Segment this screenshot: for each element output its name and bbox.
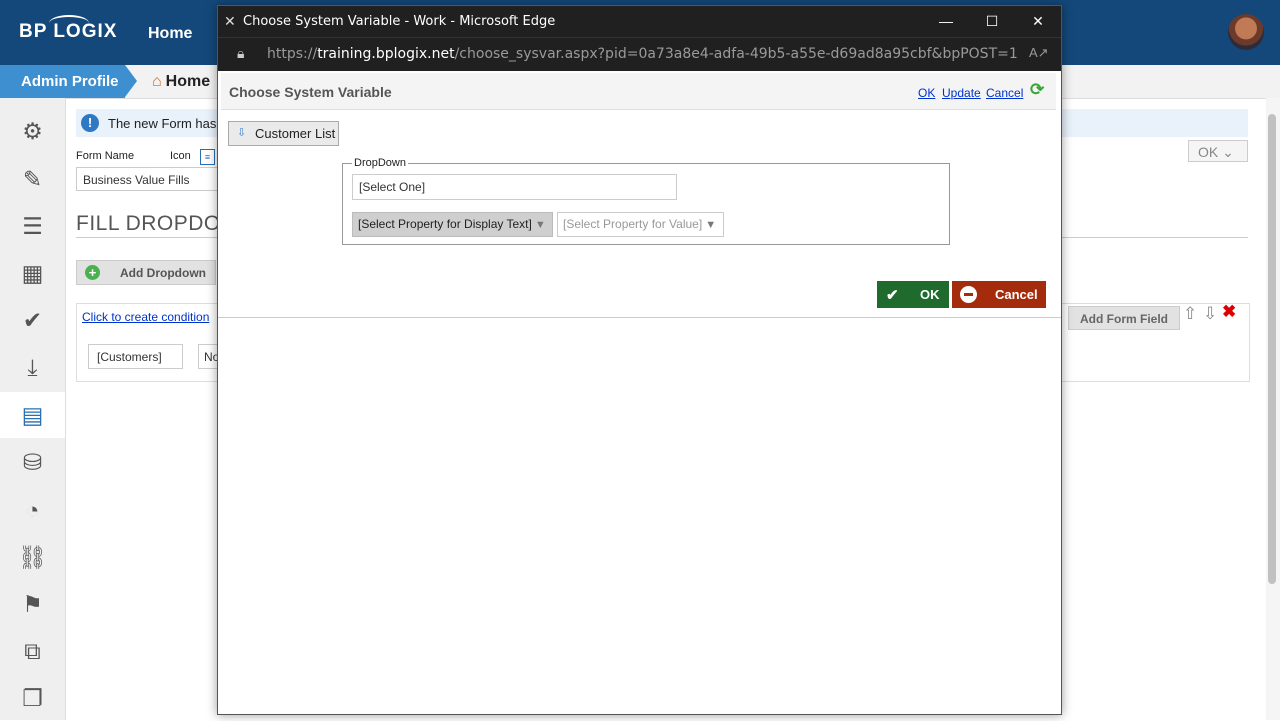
info-text: The new Form has b xyxy=(108,116,228,131)
add-form-field-button[interactable]: Add Form Field xyxy=(1068,306,1180,330)
maximize-icon[interactable]: ☐ xyxy=(977,11,1007,31)
form-name-input[interactable]: Business Value Fills xyxy=(76,167,226,191)
create-condition-link[interactable]: Click to create condition xyxy=(82,310,209,324)
form-name-label: Form Name xyxy=(76,150,135,162)
read-aloud-icon[interactable]: A↗ xyxy=(1029,45,1049,61)
info-icon: ! xyxy=(81,114,99,132)
bplogix-logo[interactable]: BP LOGIX xyxy=(19,15,117,43)
edge-icon: ✕ xyxy=(224,13,236,29)
form-icon[interactable]: ▤ xyxy=(0,392,65,438)
icon-label: Icon xyxy=(170,150,191,162)
breadcrumb-admin-profile[interactable]: Admin Profile xyxy=(0,65,137,98)
move-down-icon[interactable]: ⇩ xyxy=(1203,304,1217,324)
minus-circle-icon xyxy=(960,286,977,303)
select-one-input[interactable]: [Select One] xyxy=(352,174,677,200)
edit-icon[interactable]: ✎ xyxy=(0,156,65,202)
dialog-header: Choose System Variable OK Update Cancel … xyxy=(221,73,1056,110)
chevron-down-icon: ⌄ xyxy=(1222,144,1234,160)
check-icon[interactable]: ✔ xyxy=(0,297,65,343)
refresh-icon[interactable]: ⟳ xyxy=(1030,80,1044,100)
flag-icon[interactable]: ⚑ xyxy=(0,581,65,627)
dropdown-arrow-icon: ▼ xyxy=(705,219,717,231)
hierarchy-icon[interactable]: ⧉ xyxy=(0,628,65,674)
fieldset-legend: DropDown xyxy=(352,157,408,169)
form-icon-picker[interactable]: ≡ xyxy=(200,149,215,165)
top-nav-home[interactable]: Home xyxy=(148,25,192,43)
dashboard-icon[interactable]: ◔ xyxy=(0,487,65,533)
import-icon[interactable]: ⤓ xyxy=(0,344,65,390)
table-icon[interactable]: ▦ xyxy=(0,250,65,296)
header-cancel-link[interactable]: Cancel xyxy=(986,86,1023,100)
delete-icon[interactable]: ✖ xyxy=(1222,302,1236,322)
cancel-button[interactable]: Cancel xyxy=(952,281,1046,308)
value-property-select[interactable]: [Select Property for Value] ▼ xyxy=(557,212,724,237)
divider xyxy=(218,317,1061,318)
home-icon: ⌂ xyxy=(152,73,162,90)
plus-icon: + xyxy=(85,265,100,280)
scrollbar-thumb[interactable] xyxy=(1268,114,1276,584)
address-bar[interactable]: 🔒︎ https://training.bplogix.net/choose_s… xyxy=(218,37,1061,71)
header-ok-link[interactable]: OK xyxy=(918,86,935,100)
copy-icon[interactable]: ❐ xyxy=(0,675,65,721)
database-add-icon[interactable]: ⛁ xyxy=(0,439,65,485)
dropdown-arrow-icon: ▼ xyxy=(534,219,546,231)
add-dropdown-button[interactable]: + Add Dropdown xyxy=(76,260,216,285)
gears-icon[interactable]: ⚙ xyxy=(0,108,65,154)
move-up-icon[interactable]: ⇧ xyxy=(1183,304,1197,324)
sidebar: ⚙ ✎ ☰ ▦ ✔ ⤓ ▤ ⛁ ◔ ⛓ ⚑ ⧉ ❐ xyxy=(0,98,66,720)
minimize-icon[interactable]: — xyxy=(931,11,961,31)
breadcrumb-home[interactable]: ⌂ Home xyxy=(152,65,210,98)
window-titlebar: ✕ Choose System Variable - Work - Micros… xyxy=(218,6,1061,37)
ok-button[interactable]: ✔ OK xyxy=(877,281,949,308)
ok-dropdown-button[interactable]: OK ⌄ xyxy=(1188,140,1248,162)
down-arrow-icon: ⇩ xyxy=(237,127,247,139)
close-icon[interactable]: ✕ xyxy=(1023,11,1053,31)
customers-field[interactable]: [Customers] xyxy=(88,344,183,369)
dialog-title: Choose System Variable xyxy=(229,84,392,100)
lock-icon[interactable]: 🔒︎ xyxy=(237,45,244,62)
link-icon[interactable]: ⛓ xyxy=(0,534,65,580)
user-avatar[interactable] xyxy=(1228,14,1264,50)
checkmark-icon: ✔ xyxy=(886,287,899,304)
url-text[interactable]: https://training.bplogix.net/choose_sysv… xyxy=(267,46,1018,62)
customer-list-button[interactable]: ⇩ Customer List xyxy=(228,121,339,146)
list-icon[interactable]: ☰ xyxy=(0,203,65,249)
no-field[interactable]: No xyxy=(198,344,218,369)
page-scrollbar[interactable] xyxy=(1266,98,1280,720)
header-update-link[interactable]: Update xyxy=(942,86,981,100)
window-title: Choose System Variable - Work - Microsof… xyxy=(243,14,556,29)
display-text-property-select[interactable]: [Select Property for Display Text] ▼ xyxy=(352,212,553,237)
choose-system-variable-window: ✕ Choose System Variable - Work - Micros… xyxy=(217,5,1062,715)
